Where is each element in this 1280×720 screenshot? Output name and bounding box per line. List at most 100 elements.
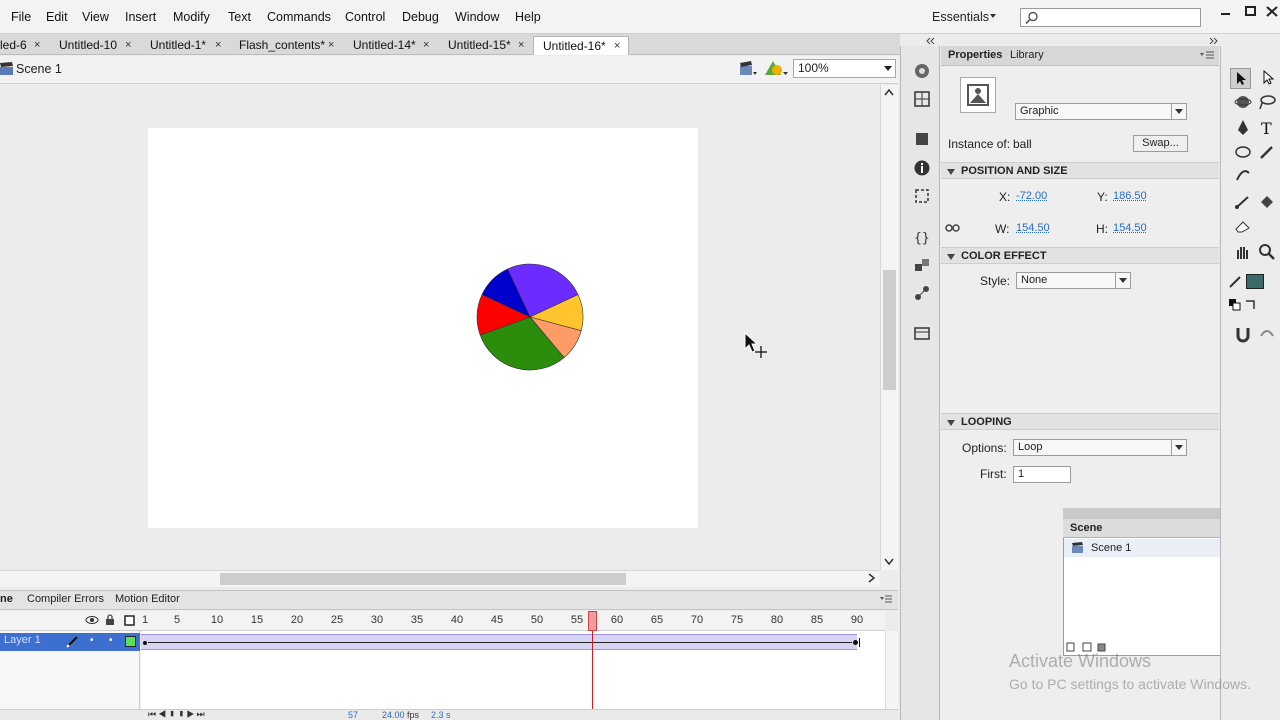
link-icon[interactable]	[945, 221, 961, 235]
menu-commands[interactable]: Commands	[267, 10, 331, 24]
bone-tool[interactable]	[1233, 192, 1253, 212]
scene-label[interactable]: Scene 1	[16, 62, 62, 76]
keyframe-start[interactable]	[143, 641, 147, 645]
workspace-switcher[interactable]: Essentials	[932, 10, 989, 24]
selection-tool[interactable]	[1230, 68, 1251, 89]
search-input[interactable]	[1020, 8, 1201, 27]
x-value[interactable]: -72.00	[1016, 190, 1047, 202]
tab-untitled-16[interactable]: Untitled-16* ×	[533, 36, 629, 55]
zoom-select[interactable]: 100%	[793, 59, 896, 78]
ball-pie-graphic[interactable]	[474, 261, 586, 373]
playback-controls[interactable]: ⏮◀▮▮▶⏭	[148, 709, 207, 720]
lasso-tool[interactable]	[1257, 92, 1277, 112]
visibility-dot-icon[interactable]: •	[90, 635, 94, 646]
scrollbar-thumb[interactable]	[883, 270, 896, 390]
tab-led-6[interactable]: led-6 ×	[0, 36, 48, 55]
close-icon[interactable]: ×	[215, 36, 221, 54]
tab-motion-editor[interactable]: Motion Editor	[115, 593, 180, 605]
panel-menu-icon[interactable]	[1199, 50, 1215, 60]
tab-properties[interactable]: Properties	[948, 49, 1002, 61]
smooth-icon[interactable]	[1257, 324, 1277, 344]
chevron-up-icon[interactable]	[884, 88, 894, 96]
info-icon[interactable]	[913, 159, 931, 177]
position-and-size-header[interactable]: POSITION AND SIZE	[941, 162, 1219, 179]
menu-help[interactable]: Help	[515, 10, 541, 24]
chevron-right-icon[interactable]	[868, 573, 876, 583]
layer-color-swatch[interactable]	[125, 636, 136, 647]
history-icon[interactable]	[913, 324, 931, 342]
components-icon[interactable]	[913, 256, 931, 274]
menu-insert[interactable]: Insert	[125, 10, 156, 24]
motion-presets-icon[interactable]	[913, 62, 931, 80]
hand-tool[interactable]	[1233, 242, 1253, 262]
tab-compiler-errors[interactable]: Compiler Errors	[27, 593, 104, 605]
color-icon[interactable]	[913, 130, 931, 148]
snap-to-objects-icon[interactable]	[1233, 324, 1253, 344]
align-icon[interactable]	[913, 90, 931, 108]
minimize-button[interactable]	[1216, 4, 1236, 20]
keyframe-end[interactable]	[852, 638, 860, 647]
collapse-icon[interactable]	[925, 37, 937, 45]
menu-text[interactable]: Text	[228, 10, 251, 24]
tab-untitled-14[interactable]: Untitled-14* ×	[344, 36, 438, 55]
chevron-down-icon[interactable]	[884, 558, 894, 566]
close-icon[interactable]: ×	[328, 36, 334, 54]
lock-icon[interactable]	[105, 614, 115, 626]
transform-icon[interactable]	[913, 187, 931, 205]
lock-dot-icon[interactable]: •	[109, 635, 113, 646]
menu-modify[interactable]: Modify	[173, 10, 210, 24]
edit-symbols-icon[interactable]	[764, 59, 790, 79]
tab-untitled-15[interactable]: Untitled-15* ×	[438, 36, 533, 55]
maximize-button[interactable]	[1241, 4, 1261, 20]
tab-timeline[interactable]: ne	[0, 593, 13, 605]
zoom-tool[interactable]	[1257, 242, 1277, 262]
first-frame-field[interactable]: 1	[1013, 466, 1071, 483]
deco-tool[interactable]	[1233, 165, 1253, 185]
stage-vertical-scrollbar[interactable]	[880, 85, 898, 570]
close-icon[interactable]: ×	[423, 36, 429, 54]
playhead[interactable]	[588, 611, 597, 631]
loop-options-select[interactable]: Loop	[1013, 439, 1187, 456]
swap-colors-icon[interactable]	[1242, 295, 1262, 315]
subselection-tool[interactable]	[1257, 68, 1277, 88]
instance-behavior-select[interactable]: Graphic	[1015, 103, 1187, 120]
menu-debug[interactable]: Debug	[402, 10, 439, 24]
frame-rate[interactable]: 24.00	[382, 710, 405, 720]
close-window-button[interactable]	[1263, 4, 1280, 20]
close-icon[interactable]: ×	[34, 36, 40, 54]
current-frame[interactable]: 57	[348, 710, 358, 720]
stage-horizontal-scrollbar[interactable]	[0, 570, 880, 587]
swap-button[interactable]: Swap...	[1133, 135, 1188, 152]
paint-bucket-tool[interactable]	[1257, 192, 1277, 212]
tab-untitled-10[interactable]: Untitled-10 ×	[48, 36, 140, 55]
chevron-down-icon[interactable]	[990, 14, 996, 18]
menu-control[interactable]: Control	[345, 10, 385, 24]
tab-flash-contents[interactable]: Flash_contents* ×	[230, 36, 344, 55]
menu-view[interactable]: View	[82, 10, 109, 24]
color-effect-header[interactable]: COLOR EFFECT	[941, 247, 1219, 264]
menu-window[interactable]: Window	[455, 10, 499, 24]
stage[interactable]	[148, 128, 698, 528]
w-value[interactable]: 154.50	[1016, 222, 1050, 234]
edit-scene-icon[interactable]	[738, 60, 758, 78]
menu-file[interactable]: File	[11, 10, 31, 24]
scrollbar-thumb[interactable]	[220, 573, 626, 585]
outline-icon[interactable]	[124, 615, 135, 626]
close-icon[interactable]: ×	[125, 36, 131, 54]
elapsed-time[interactable]: 2.3 s	[431, 710, 451, 720]
pencil-tool[interactable]	[1257, 142, 1277, 162]
layer-name[interactable]: Layer 1	[4, 634, 41, 646]
actions-icon[interactable]: {}	[913, 228, 931, 246]
tab-library[interactable]: Library	[1010, 49, 1044, 61]
stroke-color-swatch[interactable]	[1246, 274, 1264, 289]
collapse-icon[interactable]	[1207, 37, 1219, 45]
stroke-color-icon[interactable]	[1226, 272, 1246, 292]
tab-untitled-1[interactable]: Untitled-1* ×	[140, 36, 230, 55]
color-style-select[interactable]: None	[1016, 272, 1131, 289]
eraser-tool[interactable]	[1233, 216, 1253, 236]
oval-tool[interactable]	[1233, 142, 1253, 162]
menu-edit[interactable]: Edit	[46, 10, 68, 24]
3d-rotation-tool[interactable]	[1233, 92, 1253, 112]
looping-header[interactable]: LOOPING	[941, 413, 1219, 430]
close-icon[interactable]: ×	[614, 37, 620, 55]
